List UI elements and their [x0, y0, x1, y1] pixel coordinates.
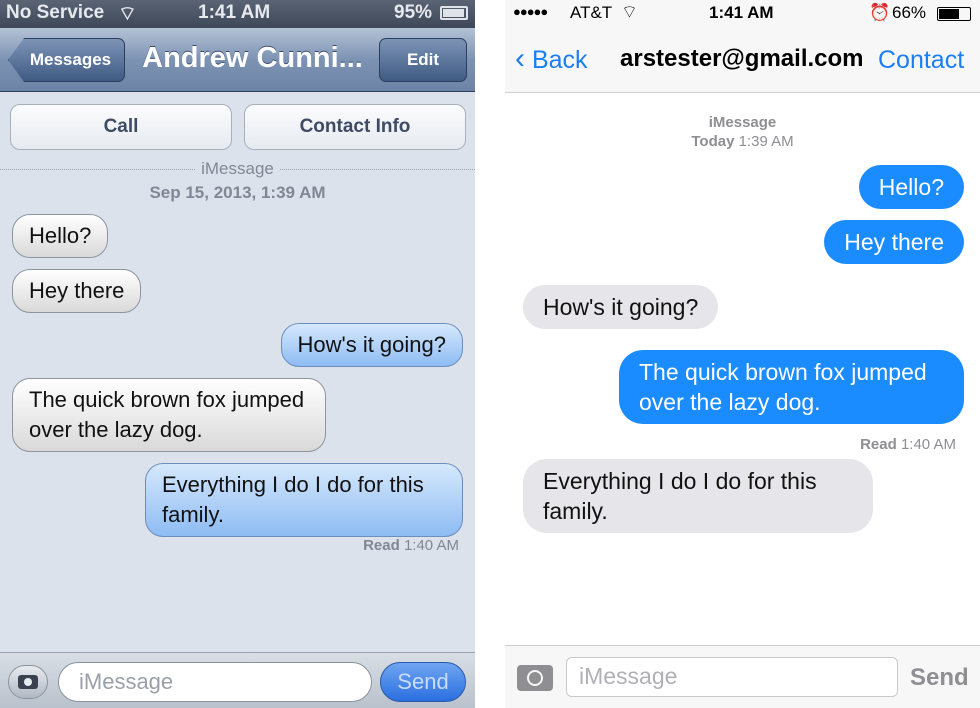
message-bubble-incoming: Everything I do I do for this family.: [523, 459, 873, 533]
wifi-icon: ⌔: [118, 3, 137, 25]
wifi-icon: ⌔: [621, 2, 638, 22]
message-bubble-outgoing: Hello?: [858, 165, 964, 209]
navigation-bar: Messages Andrew Cunni... Edit: [0, 28, 475, 92]
conversation-title: Andrew Cunni...: [142, 42, 363, 74]
message-bubble-outgoing: Everything I do I do for this family.: [145, 463, 463, 537]
ios7-messages-screen: ●●●●● AT&T ⌔ 1:41 AM ⏰ 66% ‹ Back arstes…: [505, 0, 980, 708]
edit-button[interactable]: Edit: [379, 38, 467, 82]
contact-info-button[interactable]: Contact Info: [244, 104, 466, 150]
timestamp: Today 1:39 AM: [691, 133, 794, 150]
battery-icon: [937, 7, 971, 21]
battery-icon: [440, 6, 468, 20]
message-bubble-outgoing: Hey there: [824, 220, 964, 264]
camera-button[interactable]: [8, 665, 48, 699]
clock: 1:41 AM: [709, 3, 774, 22]
contact-button[interactable]: Contact: [878, 46, 964, 75]
signal-icon: ●●●●●: [513, 4, 548, 19]
timestamp: Sep 15, 2013, 1:39 AM: [149, 183, 326, 202]
carrier: No Service: [6, 2, 105, 23]
message-input[interactable]: iMessage: [566, 657, 898, 697]
ios6-messages-screen: No Service ⌔ 1:41 AM 95% Messages Andrew…: [0, 0, 475, 708]
message-bubble-outgoing: The quick brown fox jumped over the lazy…: [619, 350, 964, 424]
alarm-icon: ⏰: [869, 3, 891, 22]
message-input[interactable]: iMessage: [58, 662, 372, 702]
message-bubble-incoming: Hello?: [12, 214, 109, 258]
status-bar: No Service ⌔ 1:41 AM 95%: [0, 0, 475, 28]
message-bubble-incoming: How's it going?: [523, 285, 719, 329]
battery-percent: 66%: [892, 3, 927, 22]
service-label: iMessage: [195, 159, 280, 178]
camera-icon: [18, 675, 38, 689]
conversation-title: arstester@gmail.com: [620, 45, 864, 72]
call-button[interactable]: Call: [10, 104, 232, 150]
carrier: AT&T: [570, 3, 613, 22]
service-label: iMessage: [708, 114, 777, 131]
send-button[interactable]: Send: [380, 662, 466, 702]
back-button[interactable]: Messages: [8, 38, 125, 82]
message-bubble-incoming: Hey there: [12, 269, 142, 313]
read-receipt: Read 1:40 AM: [860, 436, 956, 453]
message-bubble-outgoing: How's it going?: [280, 323, 463, 367]
status-bar: ●●●●● AT&T ⌔ 1:41 AM ⏰ 66%: [505, 0, 980, 28]
clock: 1:41 AM: [198, 2, 271, 23]
camera-button[interactable]: [517, 665, 553, 691]
camera-icon: [527, 670, 543, 686]
read-receipt: Read 1:40 AM: [363, 537, 459, 554]
navigation-bar: ‹ Back arstester@gmail.com Contact: [505, 28, 980, 93]
send-button[interactable]: Send: [910, 664, 969, 692]
chevron-left-icon: ‹: [515, 42, 525, 75]
back-button[interactable]: ‹ Back: [515, 42, 588, 76]
message-bubble-incoming: The quick brown fox jumped over the lazy…: [12, 378, 326, 452]
battery-percent: 95%: [394, 2, 433, 23]
